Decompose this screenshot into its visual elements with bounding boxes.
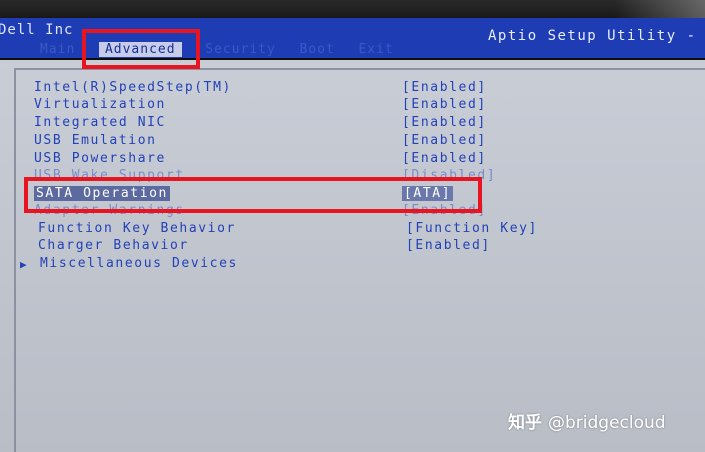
tab-exit[interactable]: Exit [358,42,393,57]
setting-speedstep[interactable]: Intel(R)SpeedStep(TM) [Enabled] [34,80,634,98]
tab-main[interactable]: Main [40,42,75,57]
setting-value[interactable]: [Enabled] [406,238,491,253]
setting-label: Virtualization [34,97,166,112]
setting-usb-emulation[interactable]: USB Emulation [Enabled] [34,133,634,151]
setting-miscellaneous-devices[interactable]: Miscellaneous Devices [40,256,640,274]
bios-screen: Dell Inc Aptio Setup Utility - Main Adva… [0,0,705,452]
setting-value[interactable]: [Enabled] [402,151,487,166]
advanced-tab-highlight [82,29,200,69]
setting-label: Intel(R)SpeedStep(TM) [34,80,232,95]
setting-label: Function Key Behavior [38,221,236,236]
setting-label: Miscellaneous Devices [40,256,238,271]
setting-value[interactable]: [Enabled] [402,133,487,148]
setting-virtualization[interactable]: Virtualization [Enabled] [34,97,634,115]
watermark: 知乎 @bridgecloud [508,408,666,433]
tab-boot[interactable]: Boot [299,42,334,57]
setting-value[interactable]: [Enabled] [402,97,487,112]
setting-label: Charger Behavior [38,238,189,253]
watermark-handle: @bridgecloud [548,413,666,433]
setting-integrated-nic[interactable]: Integrated NIC [Enabled] [34,115,634,133]
sata-operation-highlight [24,177,482,213]
setting-label: Integrated NIC [34,115,166,130]
setting-value[interactable]: [Enabled] [402,115,487,130]
setting-usb-powershare[interactable]: USB Powershare [Enabled] [34,151,634,169]
vendor-name: Dell Inc [0,22,74,38]
setting-function-key-behavior[interactable]: Function Key Behavior [Function Key] [38,221,638,239]
tab-security[interactable]: Security [205,42,276,57]
setting-value[interactable]: [Enabled] [402,80,487,95]
setting-value[interactable]: [Function Key] [406,221,538,236]
setting-charger-behavior[interactable]: Charger Behavior [Enabled] [38,238,638,256]
submenu-arrow-icon: ▶ [20,258,27,271]
utility-title: Aptio Setup Utility - [488,28,697,44]
setting-label: USB Powershare [34,151,166,166]
setting-label: USB Emulation [34,133,157,148]
watermark-site: 知乎 [508,413,542,433]
